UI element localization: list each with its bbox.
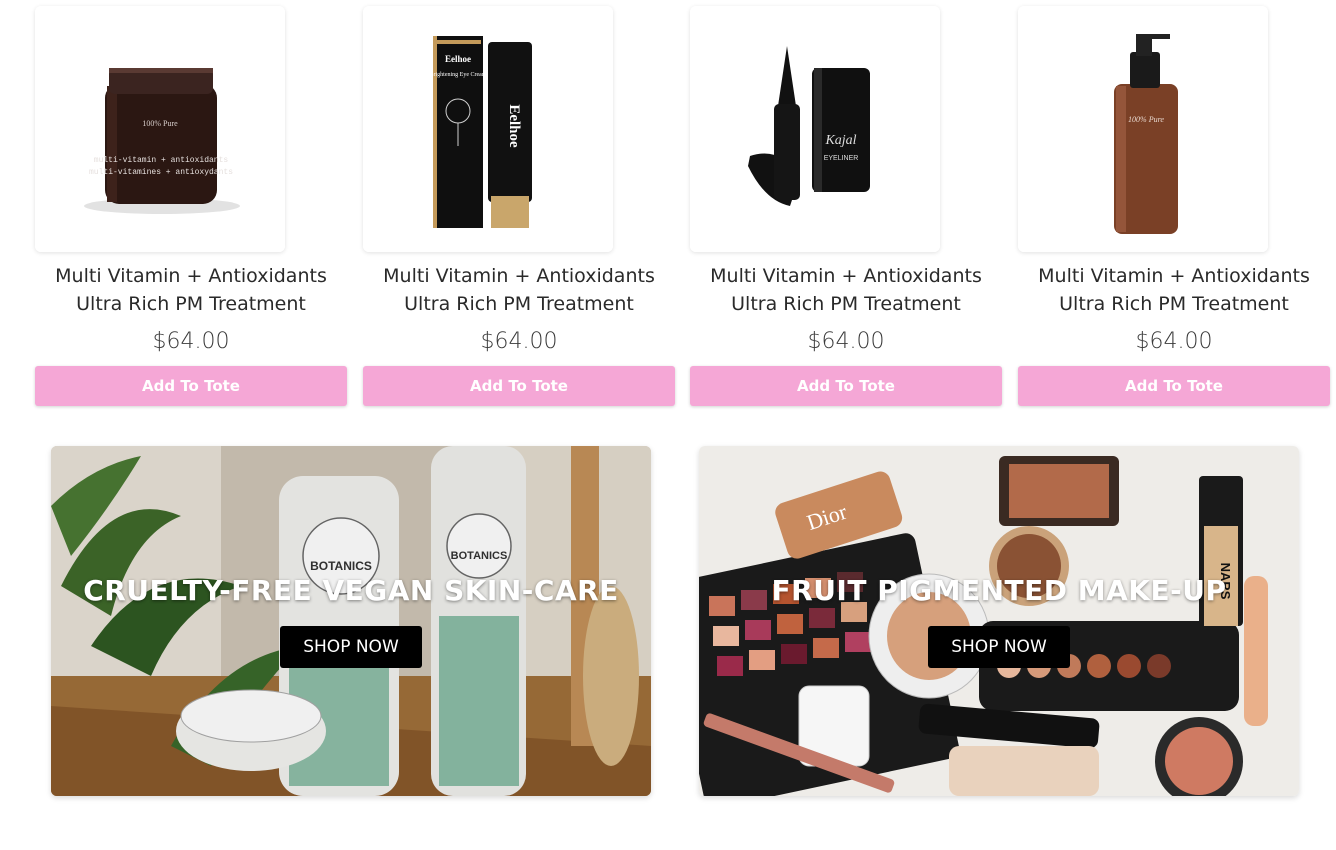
svg-text:Eelhoe: Eelhoe bbox=[445, 54, 471, 64]
svg-text:Kajal: Kajal bbox=[824, 133, 856, 148]
add-to-tote-button[interactable]: Add To Tote bbox=[363, 366, 675, 406]
add-to-tote-button[interactable]: Add To Tote bbox=[690, 366, 1002, 406]
svg-text:100% Pure: 100% Pure bbox=[1128, 115, 1164, 124]
product-image[interactable]: Kajal EYELINER bbox=[690, 6, 940, 252]
product-title[interactable]: Multi Vitamin + Antioxidants Ultra Rich … bbox=[690, 262, 1002, 318]
product-image[interactable]: 100% Pure bbox=[1018, 6, 1268, 252]
add-to-tote-button[interactable]: Add To Tote bbox=[1018, 366, 1330, 406]
shop-now-button[interactable]: SHOP NOW bbox=[280, 626, 422, 668]
banner-title: FRUIT PIGMENTED MAKE-UP bbox=[771, 574, 1227, 607]
product-price: $64.00 bbox=[480, 329, 558, 354]
vegan-skincare-banner[interactable]: BOTANICS BOTANICS CRUELTY-FREE VEGAN SKI… bbox=[51, 446, 651, 796]
banner-image: Dior NARS bbox=[699, 446, 1299, 796]
add-to-tote-button[interactable]: Add To Tote bbox=[35, 366, 347, 406]
banner-image: BOTANICS BOTANICS bbox=[51, 446, 651, 796]
svg-text:100% Pure: 100% Pure bbox=[142, 119, 178, 128]
product-price: $64.00 bbox=[152, 329, 230, 354]
svg-text:multi-vitamines + antioxydants: multi-vitamines + antioxydants bbox=[89, 168, 233, 177]
svg-text:multi-vitamin + antioxidants: multi-vitamin + antioxidants bbox=[94, 156, 229, 165]
shop-now-button[interactable]: SHOP NOW bbox=[928, 626, 1070, 668]
product-grid: 100% Pure multi-vitamin + antioxidants m… bbox=[0, 0, 1336, 420]
product-image[interactable]: 100% Pure multi-vitamin + antioxidants m… bbox=[35, 6, 285, 252]
product-title[interactable]: Multi Vitamin + Antioxidants Ultra Rich … bbox=[1018, 262, 1330, 318]
svg-text:EYELINER: EYELINER bbox=[824, 155, 859, 162]
svg-text:Eelhoe: Eelhoe bbox=[506, 104, 522, 148]
product-title[interactable]: Multi Vitamin + Antioxidants Ultra Rich … bbox=[35, 262, 347, 318]
product-image[interactable]: Eelhoe Brightening Eye Cream Eelhoe bbox=[363, 6, 613, 252]
banner-title: CRUELTY-FREE VEGAN SKIN-CARE bbox=[83, 574, 619, 607]
product-price: $64.00 bbox=[807, 329, 885, 354]
product-title[interactable]: Multi Vitamin + Antioxidants Ultra Rich … bbox=[363, 262, 675, 318]
product-price: $64.00 bbox=[1135, 329, 1213, 354]
makeup-banner[interactable]: Dior NARS FRUIT PIGMENTED MAKE-UP SHOP N… bbox=[699, 446, 1299, 796]
svg-text:Brightening Eye Cream: Brightening Eye Cream bbox=[430, 72, 487, 78]
